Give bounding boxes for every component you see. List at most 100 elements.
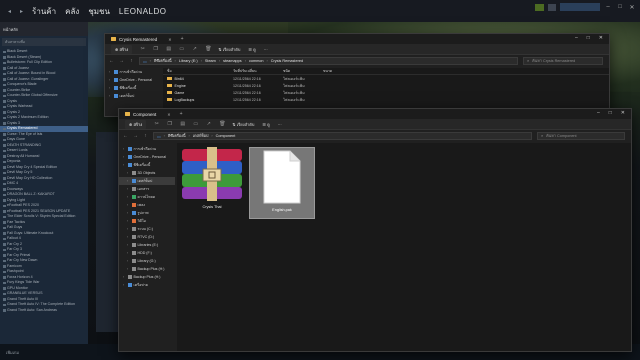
library-search-input[interactable]: ค้นหาตามชื่อ: [2, 38, 86, 46]
nav-item[interactable]: › เดสก์ท็อป: [119, 177, 175, 185]
sidebar-home[interactable]: หน้าหลัก: [0, 22, 88, 36]
chevron-right-icon[interactable]: ›: [127, 195, 130, 199]
address-bar[interactable]: ▭ › พีซีเครื่องนี้ › เดสก์ท็อป › Component: [153, 132, 532, 140]
chevron-right-icon[interactable]: ›: [127, 187, 130, 191]
copy-icon[interactable]: ❐: [153, 46, 158, 52]
paste-icon[interactable]: ▤: [180, 121, 185, 127]
view-button[interactable]: ☰ ดู: [262, 121, 269, 128]
more-icon[interactable]: ···: [264, 47, 268, 52]
nav-item[interactable]: › เดสก์ท็อป: [105, 92, 161, 100]
chevron-right-icon[interactable]: ›: [109, 78, 112, 82]
chevron-right-icon[interactable]: ›: [127, 219, 130, 223]
breadcrumb-item[interactable]: Steam: [205, 59, 216, 63]
sort-button[interactable]: ⇅ เรียงลำดับ: [218, 46, 240, 53]
nav-profile[interactable]: LEONALDO: [119, 7, 167, 16]
new-button[interactable]: ⊕ สร้าง: [125, 119, 147, 129]
col-size[interactable]: ขนาด: [323, 68, 353, 74]
breadcrumb-separator-icon[interactable]: ›: [219, 59, 220, 63]
more-icon[interactable]: ···: [278, 122, 282, 127]
forward-arrow-icon[interactable]: ▸: [20, 8, 23, 15]
table-row[interactable]: Engine 12/11/2564 22:16 โฟลเดอร์แฟ้ม: [163, 82, 609, 89]
avatar[interactable]: [560, 3, 600, 11]
nav-item[interactable]: › เพลง: [119, 201, 175, 209]
table-row[interactable]: Game 12/11/2564 22:16 โฟลเดอร์แฟ้ม: [163, 89, 609, 96]
nav-item[interactable]: › OneDrive - Personal: [119, 153, 175, 161]
breadcrumb-separator-icon[interactable]: ›: [267, 59, 268, 63]
chevron-right-icon[interactable]: ›: [127, 179, 130, 183]
chevron-right-icon[interactable]: ›: [127, 227, 130, 231]
up-icon[interactable]: ↑: [129, 58, 134, 64]
game-list-item[interactable]: Grand Theft Auto: San Andreas: [0, 308, 88, 314]
copy-icon[interactable]: ❐: [167, 121, 172, 127]
nav-store[interactable]: ร้านค้า: [32, 5, 56, 18]
search-input[interactable]: ⌕ ค้นหา Component: [537, 132, 625, 140]
tab-title[interactable]: Crysis Remastered: [119, 37, 157, 42]
paste-icon[interactable]: ▤: [166, 46, 171, 52]
breadcrumb-item[interactable]: พีซีเครื่องนี้: [154, 58, 172, 64]
file-tile-selected[interactable]: English.pak: [249, 147, 315, 219]
nav-item[interactable]: › เครือข่าย: [119, 281, 175, 289]
nav-item[interactable]: › วิดีโอ: [119, 217, 175, 225]
chevron-right-icon[interactable]: ›: [127, 211, 130, 215]
forward-icon[interactable]: →: [133, 133, 138, 139]
notification-icon[interactable]: [548, 3, 556, 11]
chevron-right-icon[interactable]: ›: [127, 243, 130, 247]
tab-close-icon[interactable]: ✕: [168, 37, 171, 42]
breadcrumb-item[interactable]: เดสก์ท็อป: [193, 133, 209, 139]
chevron-right-icon[interactable]: ›: [127, 235, 130, 239]
nav-library[interactable]: คลัง: [65, 5, 79, 18]
breadcrumb-separator-icon[interactable]: ›: [211, 134, 212, 138]
cut-icon[interactable]: ✂: [154, 121, 159, 127]
delete-icon[interactable]: 🗑: [219, 121, 225, 127]
chevron-right-icon[interactable]: ›: [123, 163, 126, 167]
table-row[interactable]: Bin64 12/11/2564 22:16 โฟลเดอร์แฟ้ม: [163, 75, 609, 82]
chevron-right-icon[interactable]: ›: [127, 251, 130, 255]
breadcrumb-item[interactable]: steamapps: [223, 59, 242, 63]
chevron-right-icon[interactable]: ›: [109, 94, 112, 98]
chevron-right-icon[interactable]: ›: [127, 171, 130, 175]
share-icon[interactable]: ↗: [206, 121, 211, 127]
back-arrow-icon[interactable]: ◂: [8, 8, 11, 15]
maximize-icon[interactable]: □: [609, 110, 612, 116]
chevron-right-icon[interactable]: ›: [109, 86, 112, 90]
nav-item[interactable]: › พีซีเครื่องนี้: [119, 161, 175, 169]
chevron-right-icon[interactable]: ›: [123, 275, 126, 279]
breadcrumb-item[interactable]: Crysis Remastered: [271, 59, 303, 63]
search-input[interactable]: ⌕ ค้นหา Crysis Remastered: [523, 57, 603, 65]
col-type[interactable]: ชนิด: [283, 68, 323, 74]
tab-close-icon[interactable]: ✕: [167, 112, 170, 117]
back-icon[interactable]: ←: [123, 133, 128, 139]
share-icon[interactable]: ↗: [192, 46, 197, 52]
nav-item[interactable]: › HDD (F:): [119, 249, 175, 257]
chevron-right-icon[interactable]: ›: [123, 147, 126, 151]
back-icon[interactable]: ←: [109, 58, 114, 64]
address-bar[interactable]: ▭ › พีซีเครื่องนี้ › Library (E:) › Steam › stea…: [139, 57, 518, 65]
col-date[interactable]: วันที่ปรับเปลี่ยน: [233, 68, 283, 74]
chevron-right-icon[interactable]: ›: [123, 155, 126, 159]
chevron-right-icon[interactable]: ›: [123, 283, 126, 287]
nav-item[interactable]: › RTVC (D:): [119, 233, 175, 241]
minimize-icon[interactable]: –: [575, 35, 578, 41]
maximize-icon[interactable]: □: [587, 35, 590, 41]
close-icon[interactable]: ✕: [628, 4, 636, 11]
rename-icon[interactable]: ▭: [193, 121, 198, 127]
install-button[interactable]: [535, 3, 544, 11]
nav-item[interactable]: › Libraries (E:): [119, 241, 175, 249]
nav-item[interactable]: › Backup Plus (H:): [119, 265, 175, 273]
file-tile[interactable]: Crysis Thai: [177, 147, 247, 219]
breadcrumb-separator-icon[interactable]: ›: [150, 59, 151, 63]
nav-item[interactable]: › รูปภาพ: [119, 209, 175, 217]
cut-icon[interactable]: ✂: [140, 46, 145, 52]
chevron-right-icon[interactable]: ›: [127, 203, 130, 207]
nav-item[interactable]: › พีซีเครื่องนี้: [105, 84, 161, 92]
breadcrumb-separator-icon[interactable]: ›: [201, 59, 202, 63]
breadcrumb-item[interactable]: พีซีเครื่องนี้: [168, 133, 186, 139]
breadcrumb-separator-icon[interactable]: ›: [245, 59, 246, 63]
new-tab-icon[interactable]: +: [181, 36, 184, 42]
forward-icon[interactable]: →: [119, 58, 124, 64]
new-tab-icon[interactable]: +: [180, 111, 183, 117]
nav-item[interactable]: › ดาวน์โหลด: [119, 193, 175, 201]
nav-item[interactable]: › การเข้าถึงด่วน: [119, 145, 175, 153]
tab-title[interactable]: Component: [133, 112, 156, 117]
nav-community[interactable]: ชุมชน: [88, 5, 110, 18]
